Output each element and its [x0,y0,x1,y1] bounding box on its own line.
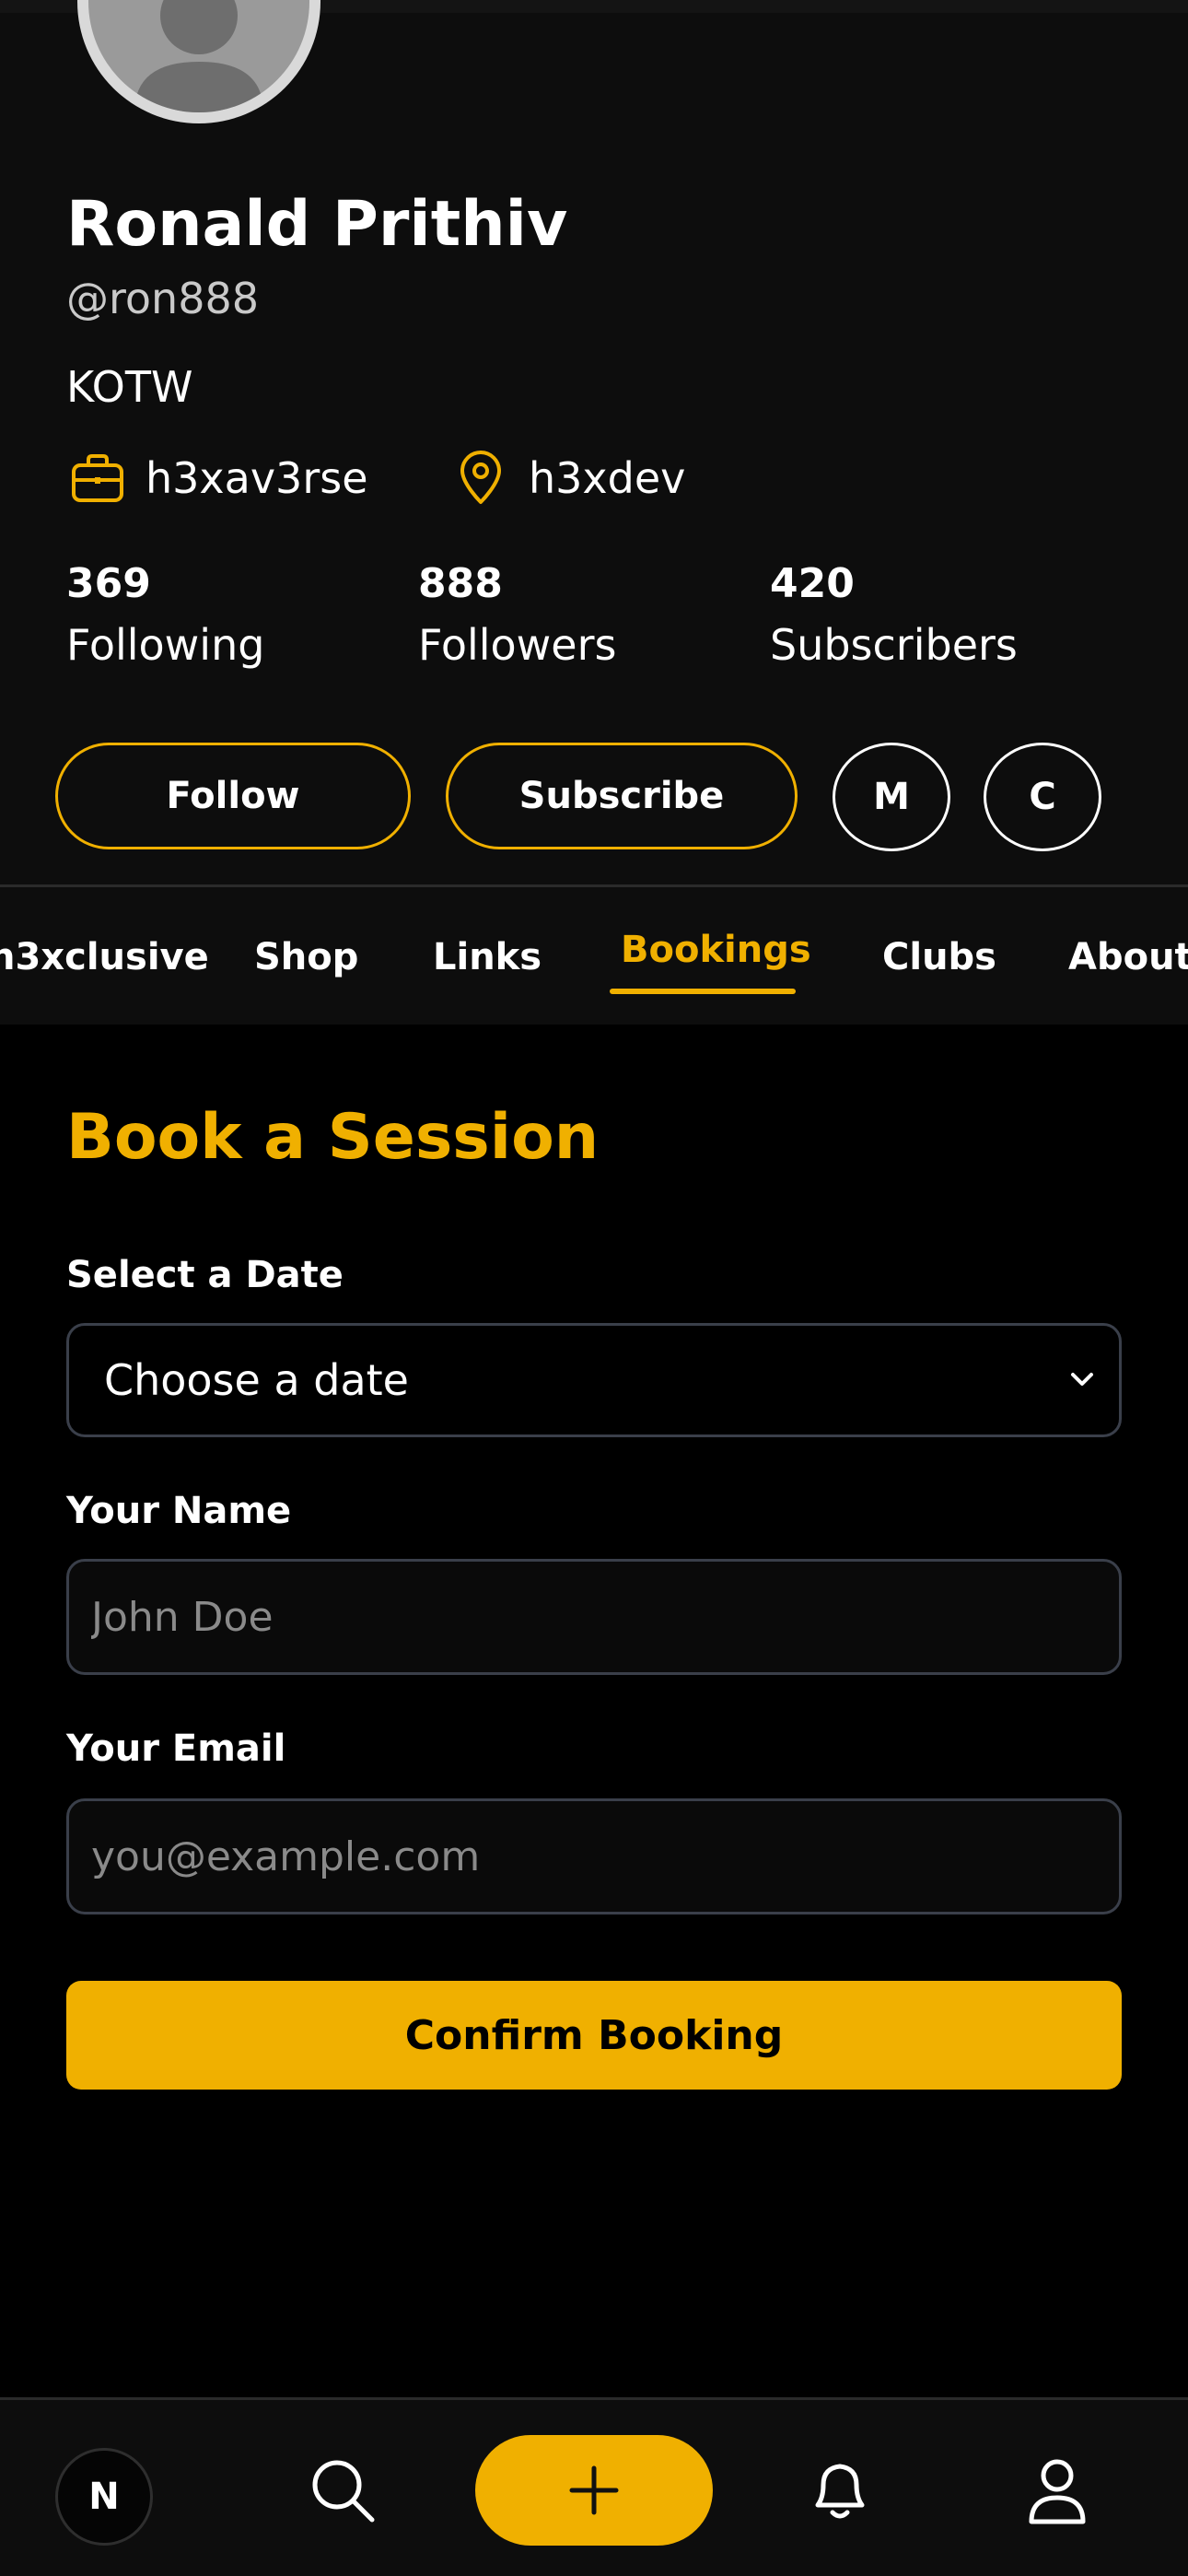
profile-location: h3xdev [451,446,685,510]
profile-header: Ronald Prithiv @ron888 KOTW h3xav3rse h3… [0,0,1188,884]
profile-work: h3xav3rse [68,446,368,510]
stat-subscribers-count: 420 [770,560,855,607]
email-input[interactable] [66,1798,1122,1914]
chevron-down-icon [1071,1373,1093,1386]
briefcase-icon [72,454,123,502]
location-pin-icon [460,451,501,504]
subscribe-button[interactable]: Subscribe [446,743,798,849]
stat-following[interactable]: 369 Following [66,556,264,678]
profile-name: Ronald Prithiv [66,188,568,261]
profile-location-text: h3xdev [529,453,686,503]
circle-button-m[interactable]: M [833,743,950,851]
active-tab-indicator [610,989,796,994]
date-select[interactable]: Choose a date [66,1323,1122,1437]
tab-links[interactable]: Links [433,931,542,983]
stat-followers-count: 888 [418,560,503,607]
tab-bookings[interactable]: Bookings [621,924,811,976]
stat-following-count: 369 [66,560,151,607]
date-label: Select a Date [66,1254,344,1296]
circle-button-c[interactable]: C [984,743,1101,851]
stat-subscribers-label: Subscribers [770,620,1018,670]
user-silhouette-icon [134,0,263,112]
avatar-placeholder [88,0,309,112]
follow-button[interactable]: Follow [55,743,411,849]
tab-shop[interactable]: Shop [254,931,358,983]
bell-icon[interactable] [803,2453,877,2527]
stat-followers-label: Followers [418,620,617,670]
name-label: Your Name [66,1490,292,1532]
tab-clubs[interactable]: Clubs [882,931,996,983]
stat-followers[interactable]: 888 Followers [418,556,616,678]
profile-bio: KOTW [66,362,193,412]
user-icon[interactable] [1020,2453,1094,2527]
tab-about[interactable]: About [1068,931,1188,983]
confirm-booking-button[interactable]: Confirm Booking [66,1981,1122,2090]
date-select-value: Choose a date [104,1355,409,1405]
bottom-nav: N [0,2397,1188,2576]
nav-avatar[interactable]: N [55,2448,153,2546]
stat-following-label: Following [66,620,265,670]
name-input[interactable] [66,1559,1122,1675]
email-label: Your Email [66,1727,286,1770]
stat-subscribers[interactable]: 420 Subscribers [770,556,1018,678]
profile-tabs: h3xclusive Shop Links Bookings Clubs Abo… [0,884,1188,1025]
search-icon[interactable] [306,2453,379,2527]
tab-h3xclusive[interactable]: h3xclusive [0,931,209,983]
booking-title: Book a Session [66,1101,600,1174]
avatar[interactable] [77,0,320,123]
profile-work-text: h3xav3rse [146,453,368,503]
profile-handle: @ron888 [66,274,259,323]
create-button[interactable] [475,2435,713,2546]
plus-icon [569,2465,619,2515]
